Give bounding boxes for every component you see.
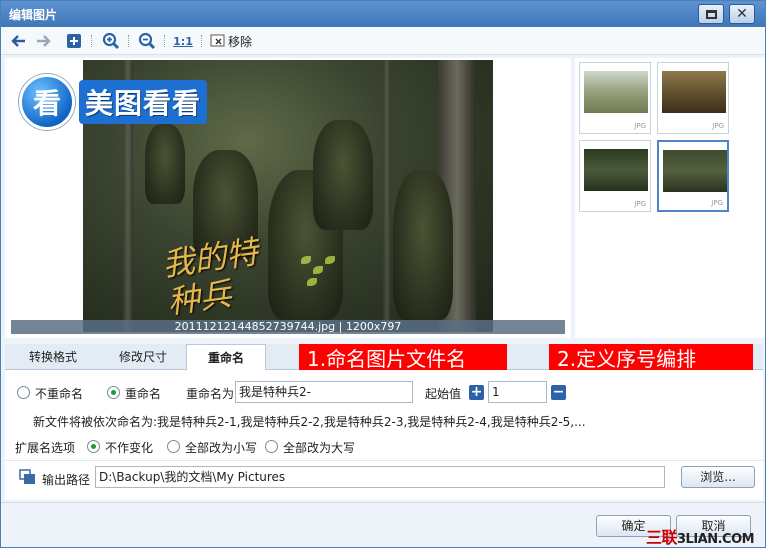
thumbnail-image — [584, 149, 648, 191]
rename-radio[interactable] — [107, 386, 120, 399]
maximize-icon — [705, 9, 717, 19]
thumbnail[interactable]: JPG — [579, 140, 651, 212]
rename-label: 重命名 — [125, 387, 162, 401]
divider — [5, 460, 763, 461]
ext-lowercase-label: 全部改为小写 — [185, 441, 258, 455]
actual-size-button[interactable]: 1:1 — [172, 31, 194, 51]
tab-resize[interactable]: 修改尺寸 — [101, 344, 185, 370]
output-path-input[interactable]: D:\Backup\我的文档\My Pictures — [95, 466, 665, 488]
rename-input[interactable]: 我是特种兵2- — [235, 381, 413, 403]
image-preview: 我的特种兵 看 美图看看 20111212144852739744.jpg | … — [5, 58, 571, 338]
browse-button[interactable]: 浏览... — [681, 466, 755, 488]
logo-text: 美图看看 — [79, 80, 208, 124]
soldier-figure — [145, 124, 185, 204]
extension-options-label: 扩展名选项 — [15, 441, 76, 455]
tab-rename[interactable]: 重命名 — [186, 344, 266, 371]
close-icon: ✕ — [736, 6, 748, 22]
no-rename-radio[interactable] — [17, 386, 30, 399]
tab-convert-format[interactable]: 转换格式 — [5, 344, 101, 370]
decrement-button[interactable]: − — [551, 385, 566, 400]
remove-label: 移除 — [228, 34, 253, 49]
ext-no-change-radio[interactable] — [87, 440, 100, 453]
soldier-figure — [313, 120, 373, 230]
toolbar-separator — [201, 35, 202, 47]
thumbnail-selected[interactable]: JPG — [657, 140, 729, 212]
remove-button[interactable]: 移除 — [210, 31, 256, 51]
zoom-in-button[interactable] — [101, 31, 121, 51]
thumbnail-format: JPG — [711, 199, 723, 207]
start-value-label: 起始值 — [425, 387, 462, 401]
thumbnail-panel: JPG JPG JPG JPG — [575, 58, 765, 338]
thumbnail-format: JPG — [634, 200, 646, 208]
toolbar-separator — [164, 35, 165, 47]
watermark-domain: 3LIAN.COM — [677, 532, 755, 547]
image-caption: 20111212144852739744.jpg | 1200x797 — [11, 320, 565, 334]
arrow-right-icon — [37, 35, 51, 47]
start-value-input[interactable]: 1 — [488, 381, 547, 403]
watermark-brand: 三联 — [646, 528, 678, 547]
close-button[interactable]: ✕ — [729, 4, 755, 24]
toolbar-separator — [128, 35, 129, 47]
title-bar: 编辑图片 ✕ — [1, 1, 765, 27]
edit-image-window: 编辑图片 ✕ 1:1 移除 我的特种兵 看 美图看看 2011121214485… — [0, 0, 766, 548]
tree-trunk — [383, 60, 391, 332]
thumbnail-image — [584, 71, 648, 113]
ext-no-change-label: 不作变化 — [105, 441, 154, 455]
zoom-out-icon — [138, 32, 156, 50]
output-path-label: 输出路径 — [42, 473, 91, 487]
ext-uppercase-radio[interactable] — [265, 440, 278, 453]
thumbnail[interactable]: JPG — [579, 62, 651, 134]
plus-square-icon — [67, 34, 81, 48]
window-title: 编辑图片 — [9, 8, 58, 22]
thumbnail-image — [662, 71, 726, 113]
arrow-left-icon — [11, 35, 25, 47]
remove-image-icon — [210, 34, 225, 47]
no-rename-label: 不重命名 — [35, 387, 84, 401]
maximize-button[interactable] — [698, 4, 724, 24]
add-button[interactable] — [65, 31, 83, 51]
rename-panel: 不重命名 重命名 重命名为 我是特种兵2- 起始值 + 1 − 新文件将被依次命… — [5, 370, 763, 500]
soldier-figure — [393, 170, 453, 320]
forward-button[interactable] — [35, 31, 53, 51]
thumbnail-format: JPG — [634, 122, 646, 130]
thumbnail[interactable]: JPG — [657, 62, 729, 134]
toolbar: 1:1 移除 — [1, 27, 765, 55]
output-folder-icon — [19, 469, 35, 484]
movie-title-calligraphy: 我的特种兵 — [159, 232, 261, 322]
zoom-out-button[interactable] — [137, 31, 157, 51]
toolbar-separator — [91, 35, 92, 47]
zoom-in-icon — [102, 32, 120, 50]
ext-uppercase-label: 全部改为大写 — [283, 441, 356, 455]
meitu-kankan-logo: 看 美图看看 — [19, 74, 208, 130]
thumbnail-format: JPG — [712, 122, 724, 130]
ext-lowercase-radio[interactable] — [167, 440, 180, 453]
rename-preview-text: 新文件将被依次命名为:我是特种兵2-1,我是特种兵2-2,我是特种兵2-3,我是… — [33, 415, 586, 429]
thumbnail-image — [663, 150, 727, 192]
increment-button[interactable]: + — [469, 385, 484, 400]
site-watermark: 三联3LIAN.COM — [646, 524, 755, 548]
logo-icon: 看 — [19, 74, 75, 130]
rename-as-label: 重命名为 — [186, 387, 235, 401]
back-button[interactable] — [9, 31, 27, 51]
